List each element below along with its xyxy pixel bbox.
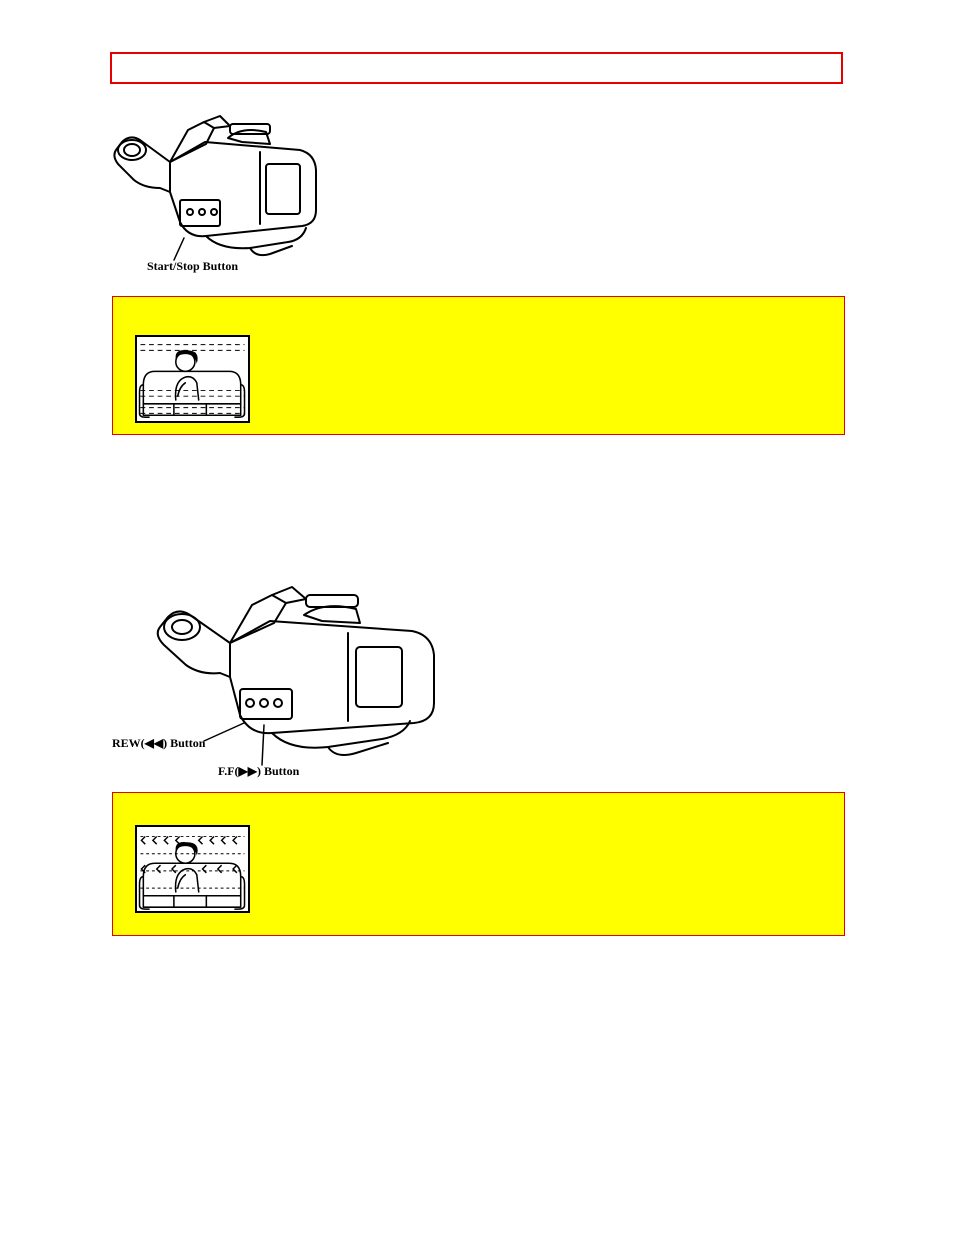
- highlight-box-upper: [112, 296, 845, 435]
- still-thumbnail-lower: [135, 825, 250, 913]
- top-banner: [110, 52, 843, 84]
- ff-button-label: F.F(▶▶) Button: [218, 764, 299, 779]
- rew-button-label: REW(◀◀) Button: [112, 736, 205, 751]
- document-page: Start/Stop Button: [0, 0, 954, 1235]
- camcorder-illustration-top: [110, 92, 328, 272]
- still-thumbnail-upper: [135, 335, 250, 423]
- start-stop-button-label: Start/Stop Button: [147, 259, 238, 274]
- highlight-box-lower: [112, 792, 845, 936]
